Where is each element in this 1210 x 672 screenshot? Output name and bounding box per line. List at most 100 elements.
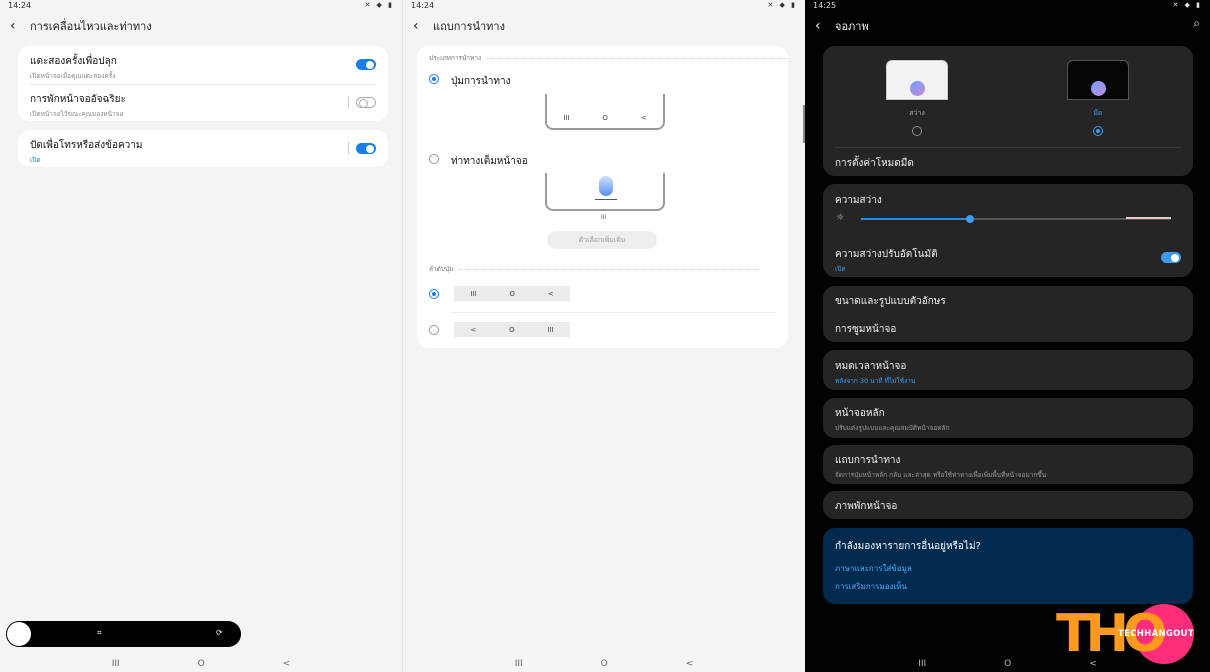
gestures-label[interactable]: ท่าทางเต็มหน้าจอ (451, 154, 528, 169)
setting-adaptive-brightness[interactable]: ความสว่างปรับอัตโนมัติ เปิด (835, 247, 1181, 274)
status-icons: ✕ ◆ ▮ (1172, 1, 1202, 9)
home-icon: O (509, 325, 515, 334)
wallpaper-dot (1091, 81, 1106, 96)
system-nav-bar: III O < (0, 656, 402, 672)
logo-wordmark: TECHHANGOUT (1118, 629, 1194, 639)
floating-control-bar[interactable]: ⌗ ⟳ (6, 621, 241, 647)
setting-swipe-call[interactable]: ปัดเพื่อโทรหรือส่งข้อความ เปิด (30, 138, 376, 165)
wallpaper-dot (910, 81, 925, 96)
brightness-slider-fill (861, 218, 970, 220)
font-size-style[interactable]: ขนาดและรูปแบบตัวอักษร (835, 294, 946, 309)
settings-card: แตะสองครั้งเพื่อปลุก เปิดหน้าจอเมื่อคุณแ… (18, 46, 388, 121)
visibility-enhancements-link[interactable]: การเสริมการมองเห็น (835, 580, 907, 593)
screen-zoom[interactable]: การซูมหน้าจอ (835, 322, 896, 337)
suggestion-question: กำลังมองหารายการอื่นอยู่หรือไม่? (835, 541, 981, 552)
status-icons: ✕ ◆ ▮ (364, 1, 394, 9)
back-arrow-icon[interactable]: ‹ (10, 19, 20, 33)
back-arrow-icon[interactable]: ‹ (815, 19, 825, 33)
home-icon[interactable]: O (1004, 659, 1011, 669)
setting-title: ปัดเพื่อโทรหรือส่งข้อความ (30, 140, 143, 151)
settings-card: ปัดเพื่อโทรหรือส่งข้อความ เปิด (18, 130, 388, 167)
adaptive-brightness-toggle[interactable] (1161, 252, 1181, 263)
navbar-card[interactable]: แถบการนำทาง จัดการปุ่มหน้าหลัก กลับ และล… (823, 445, 1193, 484)
status-time: 14:25 (813, 1, 837, 10)
recent-apps-icon[interactable]: III (918, 659, 926, 669)
gesture-hint-icon (599, 176, 613, 196)
status-time: 14:24 (411, 1, 435, 10)
dark-theme-radio[interactable] (1093, 126, 1103, 136)
setting-home-screen[interactable]: หน้าจอหลัก ปรับแต่งรูปแบบและคุณสมบัติหน้… (835, 406, 1181, 433)
setting-navigation-bar[interactable]: แถบการนำทาง จัดการปุ่มหน้าหลัก กลับ และล… (835, 453, 1181, 480)
handle-icon[interactable] (7, 622, 31, 646)
gestures-radio[interactable] (429, 154, 439, 164)
light-label: สว่าง (909, 109, 925, 117)
dark-label: มืด (1093, 109, 1103, 117)
back-icon: < (547, 289, 554, 298)
double-tap-toggle[interactable] (356, 59, 376, 70)
setting-double-tap[interactable]: แตะสองครั้งเพื่อปลุก เปิดหน้าจอเมื่อคุณแ… (30, 54, 376, 81)
setting-smart-stay[interactable]: การพักหน้าจออัจฉริยะ เปิดหน้าจอไว้ขณะคุณ… (30, 92, 376, 119)
home-icon[interactable]: O (601, 659, 608, 669)
order-swapped-preview[interactable]: < O III (454, 322, 570, 337)
setting-subtitle: เปิดหน้าจอเมื่อคุณแตะสองครั้ง (30, 72, 116, 80)
back-icon[interactable]: < (686, 659, 694, 669)
status-bar: 14:24 ✕ ◆ ▮ (0, 0, 402, 12)
theme-card: สว่าง มืด การตั้งค่าโหมดมืด (823, 46, 1193, 176)
language-input-link[interactable]: ภาษาและการใส่ข้อมูล (835, 562, 912, 575)
home-icon: O (509, 289, 515, 298)
brightness-slider-track[interactable] (861, 215, 1171, 223)
app-header: ‹ การเคลื่อนไหวและท่าทาง (10, 17, 152, 35)
divider (451, 312, 776, 313)
brightness-slider-thumb[interactable] (966, 215, 974, 223)
home-screen-card[interactable]: หน้าจอหลัก ปรับแต่งรูปแบบและคุณสมบัติหน้… (823, 398, 1193, 438)
dark-mode-settings[interactable]: การตั้งค่าโหมดมืด (835, 156, 914, 171)
setting-status: เปิด (30, 156, 41, 164)
dark-theme-preview[interactable] (1067, 60, 1129, 100)
back-icon: < (470, 325, 477, 334)
smart-stay-toggle[interactable] (356, 97, 376, 108)
recent-apps-icon[interactable]: III (112, 659, 120, 669)
font-zoom-card: ขนาดและรูปแบบตัวอักษร การซูมหน้าจอ (823, 286, 1193, 342)
recent-apps-icon[interactable]: III (515, 659, 523, 669)
order-swapped-radio[interactable] (429, 325, 439, 335)
setting-subtitle: ปรับแต่งรูปแบบและคุณสมบัติหน้าจอหลัก (835, 424, 950, 432)
light-theme-radio[interactable] (912, 126, 922, 136)
back-arrow-icon[interactable]: ‹ (413, 19, 423, 33)
brightness-card: ความสว่าง ☼ ความสว่างปรับอัตโนมัติ เปิด (823, 184, 1193, 277)
back-icon[interactable]: < (283, 659, 291, 669)
rotate-icon[interactable]: ⟳ (216, 628, 223, 637)
setting-screen-timeout[interactable]: หมดเวลาหน้าจอ หลังจาก 30 นาที ที่ไม่ใช้ง… (835, 359, 1181, 386)
brightness-range-marker (1126, 217, 1171, 219)
capture-icon[interactable]: ⌗ (97, 628, 102, 638)
home-icon[interactable]: O (198, 659, 205, 669)
recent-apps-icon: III (547, 325, 554, 334)
order-default-radio[interactable] (429, 289, 439, 299)
sun-icon: ☼ (836, 213, 845, 223)
search-icon[interactable]: ⌕ (1193, 16, 1200, 31)
more-options-button[interactable]: ตัวเลือกเพิ่มเติม (547, 231, 657, 249)
app-header: ‹ จอภาพ (815, 17, 869, 35)
setting-status: เปิด (835, 265, 846, 273)
recent-apps-icon: III (601, 214, 607, 221)
swipe-call-toggle[interactable] (356, 143, 376, 154)
screen-saver[interactable]: ภาพพักหน้าจอ (835, 499, 897, 514)
section-header: ลำดับปุ่ม (429, 264, 760, 274)
light-theme-preview[interactable] (886, 60, 948, 100)
section-title: ลำดับปุ่ม (429, 265, 454, 273)
setting-title: แถบการนำทาง (835, 455, 901, 466)
setting-subtitle: จัดการปุ่มหน้าหลัก กลับ และล่าสุด หรือใช… (835, 471, 1047, 479)
page-title: แถบการนำทาง (433, 20, 505, 33)
system-nav-bar: III O < (403, 656, 805, 672)
nav-buttons-label[interactable]: ปุ่มการนำทาง (451, 74, 511, 89)
section-header: ประเภทการนำทาง (429, 53, 788, 63)
setting-title: แตะสองครั้งเพื่อปลุก (30, 56, 117, 67)
app-header: ‹ แถบการนำทาง (413, 17, 505, 35)
home-icon: O (602, 114, 608, 122)
nav-buttons-radio[interactable] (429, 74, 439, 84)
brightness-label: ความสว่าง (835, 195, 882, 206)
techhangout-logo: THO TECHHANGOUT (1056, 604, 1196, 666)
setting-title: หมดเวลาหน้าจอ (835, 361, 907, 372)
timeout-card[interactable]: หมดเวลาหน้าจอ หลังจาก 30 นาที ที่ไม่ใช้ง… (823, 350, 1193, 390)
screensaver-card[interactable]: ภาพพักหน้าจอ (823, 491, 1193, 519)
order-default-preview[interactable]: III O < (454, 286, 570, 301)
